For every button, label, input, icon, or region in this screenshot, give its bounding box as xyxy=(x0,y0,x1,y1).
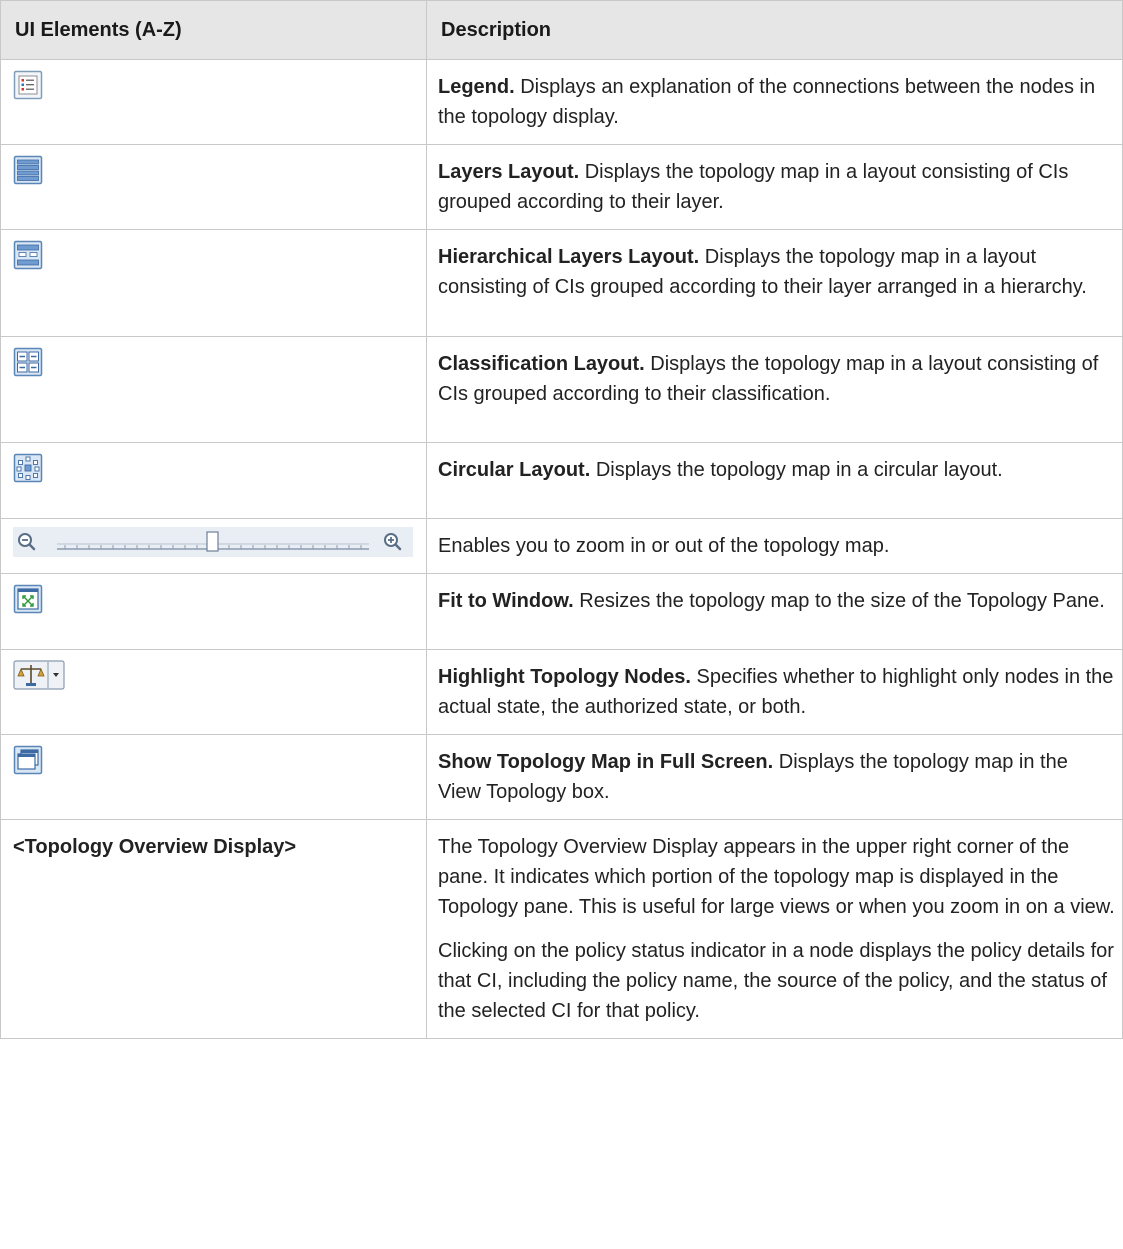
description-text: Displays the topology map in a circular … xyxy=(590,459,1003,481)
layers-layout-icon[interactable] xyxy=(13,155,43,185)
legend-icon[interactable] xyxy=(13,70,43,100)
ui-element-cell xyxy=(0,573,427,650)
highlight-nodes-dropdown[interactable] xyxy=(13,660,65,690)
ui-element-cell xyxy=(0,144,427,230)
description-paragraph: Clicking on the policy status indicator … xyxy=(438,940,1114,1022)
full-screen-icon[interactable] xyxy=(13,745,43,775)
table-row: Enables you to zoom in or out of the top… xyxy=(0,518,1123,574)
description-cell: Enables you to zoom in or out of the top… xyxy=(426,518,1123,574)
description-text: Enables you to zoom in or out of the top… xyxy=(438,535,890,557)
term-hierarchical-layers-layout: Hierarchical Layers Layout. xyxy=(438,246,700,268)
table-row: Fit to Window. Resizes the topology map … xyxy=(0,573,1123,650)
zoom-thumb[interactable] xyxy=(206,531,219,552)
column-header-description: Description xyxy=(426,0,1123,60)
description-text: Resizes the topology map to the size of … xyxy=(573,590,1105,612)
ui-element-cell xyxy=(0,229,427,337)
description-cell: Hierarchical Layers Layout. Displays the… xyxy=(426,229,1123,337)
topology-overview-display-label: <Topology Overview Display> xyxy=(13,836,297,858)
description-cell: Legend. Displays an explanation of the c… xyxy=(426,59,1123,145)
term-classification-layout: Classification Layout. xyxy=(438,353,645,375)
term-legend: Legend. xyxy=(438,76,515,98)
description-cell: Highlight Topology Nodes. Specifies whet… xyxy=(426,649,1123,735)
table-header-row: UI Elements (A-Z) Description xyxy=(0,0,1123,60)
term-circular-layout: Circular Layout. xyxy=(438,459,591,481)
description-text: Displays an explanation of the connectio… xyxy=(438,76,1096,128)
hierarchical-layers-layout-icon[interactable] xyxy=(13,240,43,270)
table-row: Circular Layout. Displays the topology m… xyxy=(0,442,1123,519)
ui-element-cell xyxy=(0,518,427,574)
classification-layout-icon[interactable] xyxy=(13,347,43,377)
term-highlight-topology-nodes: Highlight Topology Nodes. xyxy=(438,666,691,688)
table-row: <Topology Overview Display> The Topology… xyxy=(0,819,1123,1039)
description-cell: Layers Layout. Displays the topology map… xyxy=(426,144,1123,230)
ui-element-cell: <Topology Overview Display> xyxy=(0,819,427,1039)
description-cell: Show Topology Map in Full Screen. Displa… xyxy=(426,734,1123,820)
term-show-topology-map-full-screen: Show Topology Map in Full Screen. xyxy=(438,751,774,773)
description-cell: Circular Layout. Displays the topology m… xyxy=(426,442,1123,519)
table-row: Hierarchical Layers Layout. Displays the… xyxy=(0,229,1123,337)
table-row: Highlight Topology Nodes. Specifies whet… xyxy=(0,649,1123,735)
table-row: Legend. Displays an explanation of the c… xyxy=(0,59,1123,145)
description-paragraph: The Topology Overview Display appears in… xyxy=(438,836,1115,918)
description-cell: The Topology Overview Display appears in… xyxy=(426,819,1123,1039)
ui-element-cell xyxy=(0,442,427,519)
ui-element-cell xyxy=(0,649,427,735)
description-cell: Classification Layout. Displays the topo… xyxy=(426,336,1123,443)
circular-layout-icon[interactable] xyxy=(13,453,43,483)
zoom-slider[interactable] xyxy=(13,527,413,557)
column-header-ui-elements: UI Elements (A-Z) xyxy=(0,0,427,60)
term-fit-to-window: Fit to Window. xyxy=(438,590,574,612)
ui-element-cell xyxy=(0,734,427,820)
ui-element-cell xyxy=(0,59,427,145)
table-row: Show Topology Map in Full Screen. Displa… xyxy=(0,734,1123,820)
term-layers-layout: Layers Layout. xyxy=(438,161,580,183)
fit-to-window-icon[interactable] xyxy=(13,584,43,614)
ui-elements-table: UI Elements (A-Z) Description Legend. Di… xyxy=(0,0,1123,1039)
table-row: Layers Layout. Displays the topology map… xyxy=(0,144,1123,230)
table-row: Classification Layout. Displays the topo… xyxy=(0,336,1123,443)
ui-element-cell xyxy=(0,336,427,443)
description-cell: Fit to Window. Resizes the topology map … xyxy=(426,573,1123,650)
